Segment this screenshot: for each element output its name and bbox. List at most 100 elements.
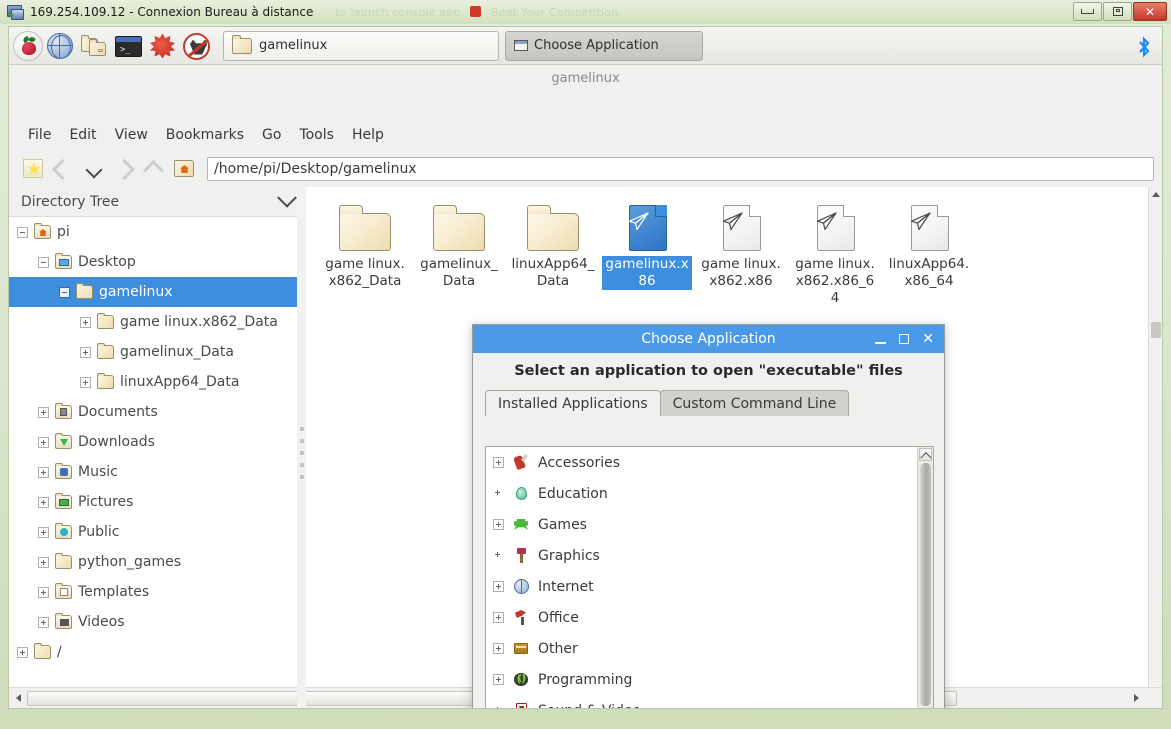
menu-bookmarks[interactable]: Bookmarks <box>157 124 253 146</box>
scroll-up-icon[interactable] <box>1151 190 1161 199</box>
rdp-maximize-button[interactable] <box>1103 2 1132 21</box>
file-item[interactable]: gamelinux_Data <box>412 195 506 307</box>
tree-item-python-games[interactable]: python_games <box>9 547 304 577</box>
menu-view[interactable]: View <box>106 124 157 146</box>
collapse-icon[interactable] <box>38 256 49 268</box>
tree-item-game-linux-x862-data[interactable]: game linux.x862_Data <box>9 307 304 337</box>
file-item[interactable]: gamelinux.x86 <box>600 195 694 307</box>
menu-tools[interactable]: Tools <box>290 124 343 146</box>
terminal-icon[interactable]: >_ <box>115 31 145 61</box>
file-pane-scrollbar[interactable] <box>1148 187 1162 708</box>
task-gamelinux[interactable]: gamelinux <box>223 30 499 61</box>
menu-help[interactable]: Help <box>343 124 393 146</box>
bluetooth-icon[interactable] <box>1136 36 1152 58</box>
task-choose-application[interactable]: Choose Application <box>505 30 703 61</box>
file-item[interactable]: linuxApp64_Data <box>506 195 600 307</box>
expand-icon[interactable] <box>493 674 504 685</box>
menu-edit[interactable]: Edit <box>60 124 105 146</box>
app-category-office[interactable]: Office <box>486 602 933 633</box>
file-item[interactable]: game linux.x862.x86 <box>694 195 788 307</box>
app-list-scroll-thumb[interactable] <box>920 463 931 706</box>
tree-item-videos[interactable]: Videos <box>9 607 304 637</box>
scroll-left-icon[interactable] <box>14 693 24 703</box>
file-pane-scroll-thumb[interactable] <box>1151 322 1161 338</box>
web-browser-icon[interactable] <box>47 31 77 61</box>
back-arrow-icon[interactable] <box>51 156 77 182</box>
app-category-graphics[interactable]: Graphics <box>486 540 933 571</box>
tree-item-public[interactable]: Public <box>9 517 304 547</box>
expand-icon[interactable] <box>38 616 49 628</box>
expand-icon[interactable] <box>80 346 91 358</box>
expand-icon[interactable] <box>17 646 28 658</box>
rdp-titlebar: 169.254.109.12 - Connexion Bureau à dist… <box>0 0 1171 24</box>
app-category-internet[interactable]: Internet <box>486 571 933 602</box>
app-category-games[interactable]: Games <box>486 509 933 540</box>
expand-icon[interactable] <box>38 436 49 448</box>
path-input[interactable] <box>207 157 1154 181</box>
tab-installed-applications[interactable]: Installed Applications <box>485 390 661 416</box>
expand-icon[interactable] <box>493 519 504 530</box>
app-category-programming[interactable]: () Programming <box>486 664 933 695</box>
bookmark-star-icon[interactable] <box>21 156 47 182</box>
tree-item-downloads[interactable]: Downloads <box>9 427 304 457</box>
expand-icon[interactable] <box>80 316 91 328</box>
ghost-left-text: to launch console app <box>335 5 461 19</box>
chevron-down-icon[interactable] <box>277 187 297 208</box>
tree-item-gamelinux[interactable]: gamelinux <box>9 277 304 307</box>
expand-icon[interactable] <box>80 376 91 388</box>
tree-item--[interactable]: / <box>9 637 304 667</box>
file-item[interactable]: game linux.x862.x86_64 <box>788 195 882 307</box>
tree-item-pictures[interactable]: Pictures <box>9 487 304 517</box>
menu-go[interactable]: Go <box>253 124 290 146</box>
tree-item-templates[interactable]: Templates <box>9 577 304 607</box>
expand-icon[interactable] <box>38 496 49 508</box>
app-list-scroll-up-icon[interactable] <box>919 448 932 463</box>
spacer <box>493 705 504 708</box>
file-item[interactable]: linuxApp64.x86_64 <box>882 195 976 307</box>
tree-item-linuxapp64-data[interactable]: linuxApp64_Data <box>9 367 304 397</box>
go-up-icon[interactable] <box>141 156 167 182</box>
expand-icon[interactable] <box>38 556 49 568</box>
application-list-scrollbar[interactable] <box>917 447 933 708</box>
folder-icon <box>55 613 72 629</box>
application-list-body: Accessories Education Games Graphics Interne… <box>486 447 933 708</box>
collapse-icon[interactable] <box>59 286 70 298</box>
menu-file[interactable]: File <box>19 124 60 146</box>
expand-icon[interactable] <box>493 643 504 654</box>
app-category-other[interactable]: Other <box>486 633 933 664</box>
expand-icon[interactable] <box>493 612 504 623</box>
rdp-close-button[interactable]: ✕ <box>1133 2 1167 21</box>
tree-item-desktop[interactable]: Desktop <box>9 247 304 277</box>
history-dropdown-icon[interactable] <box>81 156 107 182</box>
tree-item-gamelinux-data[interactable]: gamelinux_Data <box>9 337 304 367</box>
panel-splitter[interactable] <box>297 187 306 708</box>
dialog-close-button[interactable]: ✕ <box>922 332 934 346</box>
tree-item-label: Templates <box>78 584 150 600</box>
wolfram-icon[interactable] <box>183 31 213 61</box>
expand-icon[interactable] <box>38 466 49 478</box>
app-category-sound-video[interactable]: Sound & Video <box>486 695 933 708</box>
expand-icon[interactable] <box>38 586 49 598</box>
file-manager-icon[interactable] <box>81 31 111 61</box>
tree-item-pi[interactable]: pi <box>9 217 304 247</box>
app-category-label: Office <box>538 609 579 626</box>
expand-icon[interactable] <box>493 581 504 592</box>
expand-icon[interactable] <box>38 406 49 418</box>
tree-item-music[interactable]: Music <box>9 457 304 487</box>
scroll-right-icon[interactable] <box>1132 693 1142 703</box>
tree-item-documents[interactable]: Documents <box>9 397 304 427</box>
dialog-minimize-button[interactable] <box>875 335 887 344</box>
mathematica-icon[interactable] <box>149 31 179 61</box>
dialog-maximize-button[interactable] <box>899 334 910 344</box>
home-folder-icon[interactable] <box>171 156 197 182</box>
expand-icon[interactable] <box>38 526 49 538</box>
raspberry-pi-menu-icon[interactable] <box>13 30 43 61</box>
tab-custom-command-line[interactable]: Custom Command Line <box>659 390 850 416</box>
collapse-icon[interactable] <box>17 226 28 238</box>
expand-icon[interactable] <box>493 457 504 468</box>
forward-arrow-icon[interactable] <box>111 156 137 182</box>
rdp-minimize-button[interactable] <box>1073 2 1102 21</box>
file-item[interactable]: game linux.x862_Data <box>318 195 412 307</box>
app-category-accessories[interactable]: Accessories <box>486 447 933 478</box>
app-category-education[interactable]: Education <box>486 478 933 509</box>
